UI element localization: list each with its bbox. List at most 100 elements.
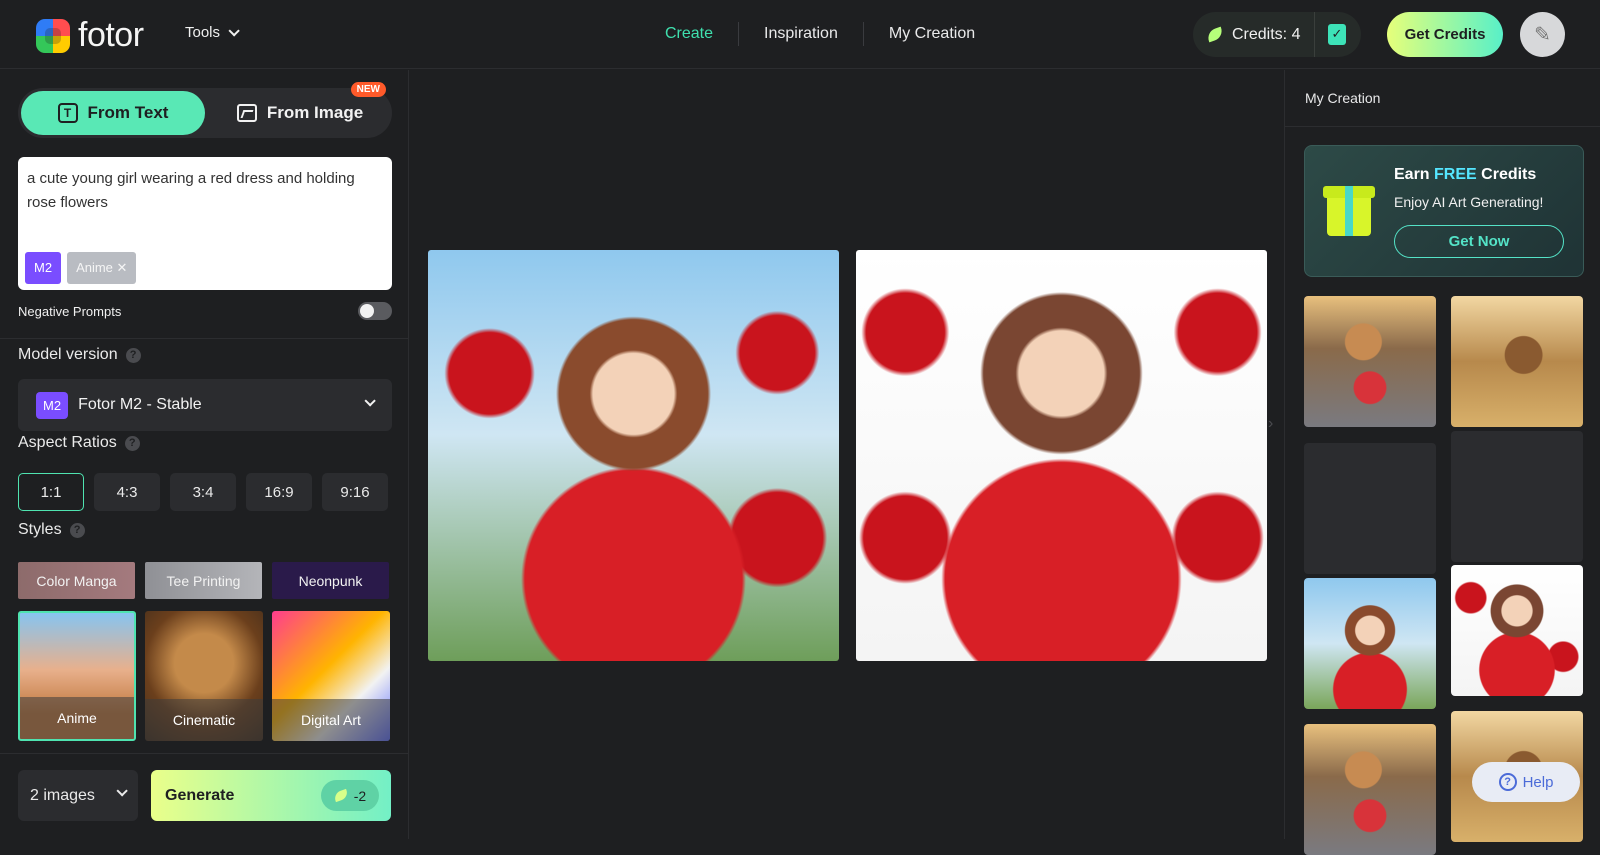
earn-credits-promo: Earn FREE Credits Enjoy AI Art Generatin… [1304,145,1584,277]
tab-from-image[interactable]: From Image NEW [208,82,392,138]
ratio-16-9[interactable]: 16:9 [246,473,312,511]
prompt-text: a cute young girl wearing a red dress an… [27,170,355,211]
tools-menu[interactable]: Tools [185,24,240,41]
prompt-tags: M2 Anime ✕ [25,252,137,284]
creation-thumbnail[interactable] [1451,296,1583,427]
divider [1285,126,1600,127]
tools-label: Tools [185,24,221,41]
style-color-manga[interactable]: Color Manga [18,562,135,599]
divider [0,753,409,754]
my-creation-panel: My Creation Earn FREE Credits Enjoy AI A… [1284,70,1600,855]
negative-prompts-row: Negative Prompts [18,302,392,320]
style-card-label: Cinematic [145,699,263,741]
tab-from-text[interactable]: T From Text [21,91,205,135]
logo-text: fotor [78,16,144,54]
chevron-right-icon[interactable]: › [1268,415,1273,433]
get-now-button[interactable]: Get Now [1394,225,1564,258]
fotor-logo[interactable]: fotor [36,16,144,55]
help-icon[interactable]: ? [125,347,141,363]
get-credits-button[interactable]: Get Credits [1387,12,1503,57]
creation-thumbnail[interactable] [1304,296,1436,427]
style-chips: Color Manga Tee Printing Neonpunk [18,562,389,599]
aspect-ratios-heading: Aspect Ratios ? [18,434,140,452]
style-card-label: Digital Art [272,699,390,741]
image-count-value: 2 images [30,786,95,804]
creation-thumbnail[interactable] [1304,578,1436,709]
ratio-1-1[interactable]: 1:1 [18,473,84,511]
help-icon: ? [1498,773,1517,791]
style-card-anime[interactable]: Anime [18,611,136,741]
styles-heading: Styles ? [18,521,85,539]
credits-widget[interactable]: Credits: 4 [1193,12,1361,57]
model-value: Fotor M2 - Stable [78,396,202,413]
styles-label: Styles [18,521,62,538]
promo-free: FREE [1434,166,1477,183]
result-canvas: › [410,70,1283,839]
my-creation-title: My Creation [1305,90,1381,106]
style-cards: Anime Cinematic Digital Art [18,611,390,741]
text-icon: T [57,103,78,123]
creation-thumbnail-placeholder[interactable] [1451,431,1583,562]
creation-thumbnail[interactable] [1304,724,1436,855]
credits-divider [1314,12,1316,57]
generate-button[interactable]: Generate -2 [151,770,391,821]
style-tag[interactable]: Anime ✕ [67,252,137,284]
avatar[interactable]: ✎ [1520,12,1565,57]
ratio-4-3[interactable]: 4:3 [94,473,160,511]
negative-prompts-toggle[interactable] [358,302,392,320]
aspect-ratio-options: 1:1 4:3 3:4 16:9 9:16 [18,473,388,511]
nav-my-creation[interactable]: My Creation [862,22,1000,46]
promo-subtitle: Enjoy AI Art Generating! [1394,194,1544,210]
promo-earn: Earn [1394,166,1430,183]
promo-title: Earn FREE Credits [1394,166,1536,184]
task-clipboard-icon[interactable] [1328,24,1347,45]
tab-from-image-label: From Image [266,103,364,122]
style-card-label: Anime [20,697,134,739]
chevron-down-icon [228,24,240,37]
model-tag: M2 [25,252,62,284]
divider [0,338,409,339]
chevron-down-icon [364,395,376,407]
fotor-logo-icon [36,18,70,53]
model-version-heading: Model version ? [18,346,141,364]
mode-tabs: T From Text From Image NEW [18,82,392,138]
creation-thumbnail-placeholder[interactable] [1304,443,1436,574]
style-neonpunk[interactable]: Neonpunk [272,562,389,599]
model-version-label: Model version [18,346,118,363]
result-image-1[interactable] [428,250,839,661]
nav-inspiration[interactable]: Inspiration [738,22,863,46]
negative-prompts-label: Negative Prompts [18,303,122,319]
promo-credits: Credits [1481,166,1537,183]
new-badge: NEW [350,82,386,97]
generate-label: Generate [165,786,235,804]
main-nav: Create Inspiration My Creation [640,22,1000,46]
help-button[interactable]: ? Help [1472,762,1580,802]
style-card-cinematic[interactable]: Cinematic [145,611,263,741]
help-icon[interactable]: ? [69,522,85,538]
help-icon[interactable]: ? [124,435,140,451]
left-panel: T From Text From Image NEW a cute young … [0,70,409,839]
style-tee-printing[interactable]: Tee Printing [145,562,262,599]
style-tag-label: Anime [76,260,113,275]
top-bar: fotor Tools Create Inspiration My Creati… [0,0,1600,69]
leaf-icon [1205,26,1225,43]
ratio-3-4[interactable]: 3:4 [170,473,236,511]
image-count-select[interactable]: 2 images [18,770,138,821]
close-icon[interactable]: ✕ [117,260,128,275]
chevron-down-icon [116,785,128,797]
prompt-input[interactable]: a cute young girl wearing a red dress an… [18,157,392,290]
style-card-digital-art[interactable]: Digital Art [272,611,390,741]
image-icon [236,104,257,122]
leaf-icon [332,788,349,803]
help-label: Help [1522,773,1554,791]
nav-create[interactable]: Create [640,22,738,46]
creation-thumbnail[interactable] [1451,565,1583,696]
credit-cost-badge: -2 [321,780,379,811]
model-version-select[interactable]: M2 Fotor M2 - Stable [18,379,392,431]
ratio-9-16[interactable]: 9:16 [322,473,388,511]
result-image-2[interactable] [856,250,1267,661]
model-badge: M2 [36,391,69,419]
tab-from-text-label: From Text [87,103,169,122]
credit-cost-value: -2 [353,787,367,804]
gift-icon [1323,186,1375,236]
